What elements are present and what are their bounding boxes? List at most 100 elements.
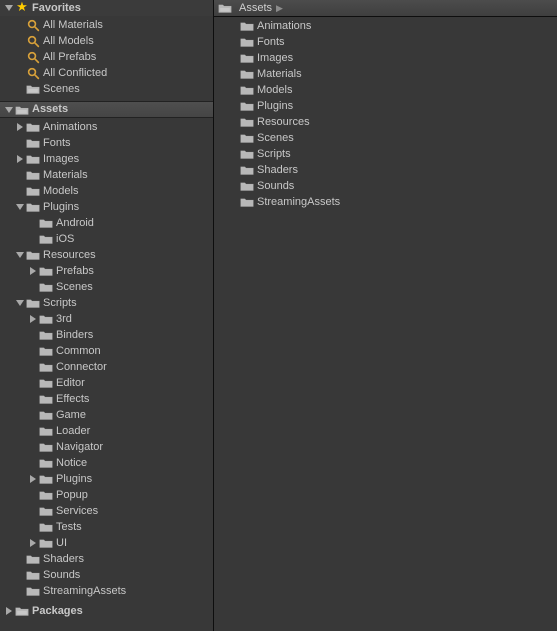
expand-toggle[interactable] <box>13 247 26 263</box>
tree-item[interactable]: UI <box>0 535 213 551</box>
tree-item[interactable]: Materials <box>0 167 213 183</box>
tree-item[interactable]: Animations <box>0 119 213 135</box>
tree-item[interactable]: Models <box>214 82 557 98</box>
tree-item[interactable]: Fonts <box>0 135 213 151</box>
tree-item[interactable]: Animations <box>214 18 557 34</box>
assets-toggle[interactable] <box>2 102 15 118</box>
tree-item[interactable]: All Models <box>0 33 213 49</box>
tree-item[interactable]: Images <box>0 151 213 167</box>
item-label: Notice <box>56 455 209 471</box>
item-label: All Materials <box>43 17 209 33</box>
tree-item[interactable]: Scenes <box>0 279 213 295</box>
tree-item[interactable]: StreamingAssets <box>0 583 213 599</box>
tree-item[interactable]: Plugins <box>0 471 213 487</box>
expand-toggle[interactable] <box>26 263 39 279</box>
tree-item[interactable]: Shaders <box>214 162 557 178</box>
favorites-header[interactable]: ★ Favorites <box>0 0 213 16</box>
folder-icon <box>26 568 40 582</box>
toggle-placeholder <box>13 65 26 81</box>
toggle-placeholder <box>227 146 240 162</box>
packages-header[interactable]: Packages <box>0 603 213 619</box>
tree-item[interactable]: Effects <box>0 391 213 407</box>
folder-icon <box>26 248 40 262</box>
tree-item[interactable]: Fonts <box>214 34 557 50</box>
folder-icon <box>39 312 53 326</box>
toggle-placeholder <box>26 343 39 359</box>
toggle-placeholder <box>26 407 39 423</box>
toggle-placeholder <box>227 98 240 114</box>
tree-item[interactable]: Sounds <box>214 178 557 194</box>
item-label: Tests <box>56 519 209 535</box>
expand-toggle[interactable] <box>26 535 39 551</box>
tree-item[interactable]: Images <box>214 50 557 66</box>
tree-item[interactable]: Tests <box>0 519 213 535</box>
folder-icon <box>240 131 254 145</box>
sidebar: ★ Favorites All MaterialsAll ModelsAll P… <box>0 0 214 631</box>
folder-icon <box>15 604 29 618</box>
tree-item[interactable]: Shaders <box>0 551 213 567</box>
tree-item[interactable]: Materials <box>214 66 557 82</box>
tree-item[interactable]: Common <box>0 343 213 359</box>
tree-item[interactable]: Scripts <box>0 295 213 311</box>
tree-item[interactable]: All Conflicted <box>0 65 213 81</box>
tree-item[interactable]: Resources <box>0 247 213 263</box>
expand-toggle[interactable] <box>13 151 26 167</box>
folder-icon <box>39 440 53 454</box>
packages-toggle[interactable] <box>2 603 15 619</box>
tree-item[interactable]: iOS <box>0 231 213 247</box>
item-label: Scripts <box>257 146 553 162</box>
tree-item[interactable]: Sounds <box>0 567 213 583</box>
tree-item[interactable]: Prefabs <box>0 263 213 279</box>
tree-item[interactable]: StreamingAssets <box>214 194 557 210</box>
item-label: Scenes <box>257 130 553 146</box>
tree-item[interactable]: Scripts <box>214 146 557 162</box>
tree-item[interactable]: Scenes <box>0 81 213 97</box>
expand-toggle[interactable] <box>26 471 39 487</box>
favorites-toggle[interactable] <box>2 0 15 16</box>
tree-item[interactable]: Popup <box>0 487 213 503</box>
item-label: Fonts <box>43 135 209 151</box>
tree-item[interactable]: Models <box>0 183 213 199</box>
expand-toggle[interactable] <box>13 119 26 135</box>
item-label: All Prefabs <box>43 49 209 65</box>
expand-toggle[interactable] <box>26 311 39 327</box>
search-icon <box>26 34 40 48</box>
tree-item[interactable]: Binders <box>0 327 213 343</box>
toggle-placeholder <box>13 81 26 97</box>
tree-item[interactable]: Notice <box>0 455 213 471</box>
tree-item[interactable]: Editor <box>0 375 213 391</box>
tree-item[interactable]: Game <box>0 407 213 423</box>
breadcrumb-item[interactable]: Assets <box>218 0 272 17</box>
tree-item[interactable]: 3rd <box>0 311 213 327</box>
item-label: Fonts <box>257 34 553 50</box>
folder-icon <box>39 360 53 374</box>
tree-item[interactable]: Resources <box>214 114 557 130</box>
tree-item[interactable]: Connector <box>0 359 213 375</box>
tree-item[interactable]: Navigator <box>0 439 213 455</box>
expand-toggle[interactable] <box>13 199 26 215</box>
toggle-placeholder <box>13 183 26 199</box>
breadcrumb: Assets ▶ <box>214 0 557 17</box>
tree-item[interactable]: All Prefabs <box>0 49 213 65</box>
folder-icon <box>39 488 53 502</box>
tree-item[interactable]: Loader <box>0 423 213 439</box>
folder-icon <box>240 179 254 193</box>
item-label: Animations <box>257 18 553 34</box>
folder-icon <box>240 67 254 81</box>
folder-icon <box>39 344 53 358</box>
expand-toggle[interactable] <box>13 295 26 311</box>
tree-item[interactable]: Services <box>0 503 213 519</box>
assets-tree: AnimationsFontsImagesMaterialsModelsPlug… <box>0 118 213 603</box>
star-icon: ★ <box>15 0 29 14</box>
assets-header[interactable]: Assets <box>0 101 213 118</box>
toggle-placeholder <box>227 114 240 130</box>
item-label: Navigator <box>56 439 209 455</box>
item-label: Plugins <box>56 471 209 487</box>
tree-item[interactable]: All Materials <box>0 17 213 33</box>
tree-item[interactable]: Plugins <box>214 98 557 114</box>
toggle-placeholder <box>26 439 39 455</box>
folder-icon <box>39 392 53 406</box>
tree-item[interactable]: Scenes <box>214 130 557 146</box>
tree-item[interactable]: Android <box>0 215 213 231</box>
tree-item[interactable]: Plugins <box>0 199 213 215</box>
